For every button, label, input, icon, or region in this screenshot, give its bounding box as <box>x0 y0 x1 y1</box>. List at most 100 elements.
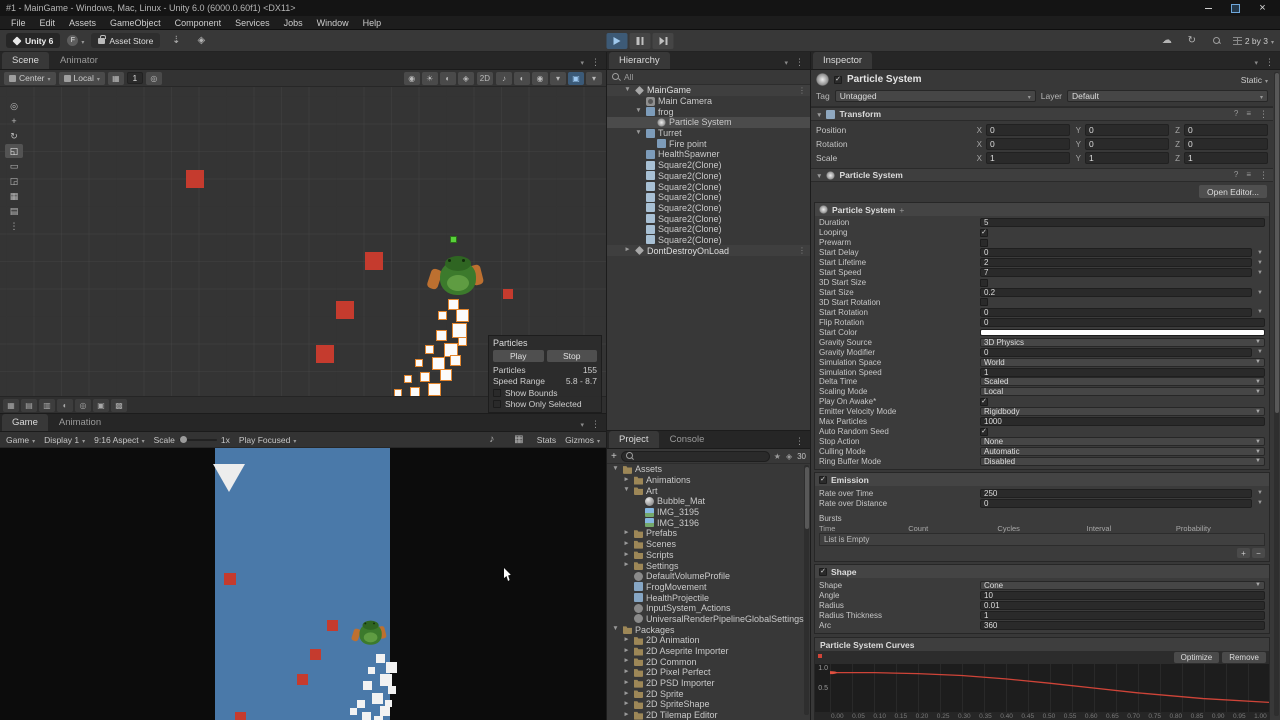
x-field[interactable]: 0 <box>986 124 1070 136</box>
curve-mode-dropdown[interactable]: ▼ <box>1255 348 1265 357</box>
hierarchy-item[interactable]: DontDestroyOnLoad <box>607 245 810 256</box>
property-select[interactable]: Scaled ▼ <box>980 377 1265 387</box>
snap-tool-icon[interactable]: ▤ <box>5 204 23 218</box>
project-item[interactable]: Animations <box>607 475 810 486</box>
menu-item[interactable]: Jobs <box>277 18 310 28</box>
inspector-property[interactable]: Duration ✓ 5 ▼ 5▼ <box>819 218 1265 228</box>
property-select[interactable]: World ▼ <box>980 357 1265 367</box>
menu-item[interactable]: Component <box>168 18 229 28</box>
expand-arrow-icon[interactable] <box>622 477 631 484</box>
curve-mode-dropdown[interactable]: ▼ <box>1255 258 1265 267</box>
inspector-property[interactable]: Radius Thickness 1 ▼ 1▼ <box>819 610 1265 620</box>
menu-item[interactable]: Help <box>356 18 389 28</box>
inspector-property[interactable]: Stop Action ✓ None ▼ None▼ <box>819 437 1265 447</box>
property-field[interactable]: 0 <box>980 307 1252 317</box>
grid-visibility-icon[interactable]: ▦ <box>107 71 124 85</box>
property-field[interactable]: 7 <box>980 268 1252 278</box>
grid-tool-icon[interactable]: ▦ <box>5 189 23 203</box>
property-select[interactable]: 3D Physics ▼ <box>980 337 1265 347</box>
project-scrollbar[interactable] <box>804 465 809 715</box>
project-item[interactable]: InputSystem_Actions <box>607 603 810 614</box>
import-package-icon[interactable]: ⇣ <box>167 33 185 49</box>
expand-arrow-icon[interactable] <box>622 669 631 676</box>
hierarchy-item[interactable]: frog <box>607 106 810 117</box>
shape-module-header[interactable]: ✓ Shape <box>815 565 1269 579</box>
project-item[interactable]: Assets <box>607 464 810 475</box>
hierarchy-item[interactable]: MainGame <box>607 85 810 96</box>
play-button[interactable] <box>606 33 628 49</box>
inspector-scrollbar[interactable] <box>1274 72 1279 716</box>
footer-grid-icon[interactable]: ▦ <box>3 398 19 412</box>
property-field[interactable]: 0 <box>980 498 1252 508</box>
property-field[interactable]: 0 <box>980 347 1252 357</box>
tab[interactable]: Project <box>609 431 659 448</box>
optimize-button[interactable]: Optimize <box>1173 652 1220 663</box>
hierarchy-item[interactable]: Square2(Clone) <box>607 192 810 203</box>
x-field[interactable]: 0 <box>986 138 1070 150</box>
project-item[interactable]: Bubble_Mat <box>607 496 810 507</box>
inspector-property[interactable]: Simulation Speed ✓ 1 ▼ 1▼ <box>819 367 1265 377</box>
curve-plot-area[interactable] <box>830 664 1269 712</box>
property-field[interactable]: 0.2 <box>980 288 1252 298</box>
rect-tool-icon[interactable]: ▭ <box>5 159 23 173</box>
inspector-property[interactable]: Play On Awake* ✓ ▼ ▼ <box>819 397 1265 407</box>
inspector-property[interactable]: Gravity Source ✓ 3D Physics ▼ 3D Physics… <box>819 337 1265 347</box>
project-item[interactable]: Art <box>607 485 810 496</box>
z-field[interactable]: 0 <box>1184 138 1268 150</box>
curve-mode-dropdown[interactable]: ▼ <box>1255 308 1265 317</box>
game-canvas[interactable] <box>0 448 606 720</box>
curve-color-swatch[interactable] <box>818 654 822 658</box>
particles-stop-button[interactable]: Stop <box>546 350 597 362</box>
view-tool-icon[interactable]: ◎ <box>5 99 23 113</box>
move-tool-icon[interactable]: + <box>5 114 23 128</box>
position-gizmo[interactable] <box>450 236 457 243</box>
particle-system-component-header[interactable]: Particle System ?≡ <box>811 168 1273 182</box>
open-editor-button[interactable]: Open Editor... <box>1199 185 1267 198</box>
shadows-icon[interactable]: ◐ <box>439 71 456 85</box>
inspector-property[interactable]: Radius 0.01 ▼ 0.01▼ <box>819 600 1265 610</box>
module-checkbox[interactable]: ✓ <box>819 475 827 484</box>
fx-toggle-icon[interactable]: ◐ <box>514 71 530 85</box>
presets-icon[interactable]: ≡ <box>1246 170 1251 181</box>
snap-size-field[interactable]: 1 <box>126 72 143 84</box>
project-item[interactable]: Packages <box>607 624 810 635</box>
hierarchy-item[interactable]: Main Camera <box>607 96 810 107</box>
z-field[interactable]: 1 <box>1184 152 1268 164</box>
y-field[interactable]: 1 <box>1085 152 1169 164</box>
property-field[interactable]: 0.01 <box>980 600 1265 610</box>
menu-item[interactable]: Edit <box>33 18 63 28</box>
inspector-property[interactable]: Start Size ✓ 0.2 ▼ 0.2▼ <box>819 288 1265 298</box>
effects-dropdown-icon[interactable]: ◈ <box>457 71 474 85</box>
inspector-property[interactable]: Prewarm ✓ ▼ ▼ <box>819 238 1265 248</box>
pane-menu-icon[interactable] <box>795 431 804 449</box>
pane-dropdown-icon[interactable] <box>1254 52 1258 70</box>
menu-item[interactable]: GameObject <box>103 18 168 28</box>
audio-toggle-icon[interactable]: ♪ <box>496 71 512 85</box>
static-dropdown[interactable]: Static <box>1241 75 1268 85</box>
minimize-button[interactable] <box>1203 3 1214 14</box>
expand-arrow-icon[interactable] <box>622 648 631 655</box>
pane-dropdown-icon[interactable] <box>784 52 788 70</box>
gameobject-name[interactable]: Particle System <box>847 74 922 85</box>
expand-arrow-icon[interactable] <box>622 552 631 559</box>
hierarchy-item[interactable]: Square2(Clone) <box>607 171 810 182</box>
project-item[interactable]: Scenes <box>607 539 810 550</box>
tab[interactable]: Scene <box>2 52 49 69</box>
y-field[interactable]: 0 <box>1085 138 1169 150</box>
search-icon[interactable] <box>1208 33 1226 49</box>
emission-module-header[interactable]: ✓ Emission <box>815 473 1269 487</box>
frame-debugger-icon[interactable]: ▦ <box>510 432 528 448</box>
particles-play-button[interactable]: Play <box>493 350 544 362</box>
scale-slider[interactable] <box>178 436 217 443</box>
hierarchy-item[interactable]: Square2(Clone) <box>607 203 810 214</box>
project-item[interactable]: 2D PSD Importer <box>607 678 810 689</box>
stats-toggle[interactable]: Stats <box>537 435 556 445</box>
hierarchy-item[interactable]: HealthSpawner <box>607 149 810 160</box>
module-checkbox[interactable]: ✓ <box>819 567 827 576</box>
property-field[interactable]: 1 <box>980 367 1265 377</box>
undo-history-icon[interactable]: ↻ <box>1183 33 1201 49</box>
property-field[interactable]: 2 <box>980 258 1252 268</box>
inspector-property[interactable]: Scaling Mode ✓ Local ▼ Local▼ <box>819 387 1265 397</box>
create-asset-button[interactable] <box>611 451 617 462</box>
close-button[interactable] <box>1257 3 1268 14</box>
